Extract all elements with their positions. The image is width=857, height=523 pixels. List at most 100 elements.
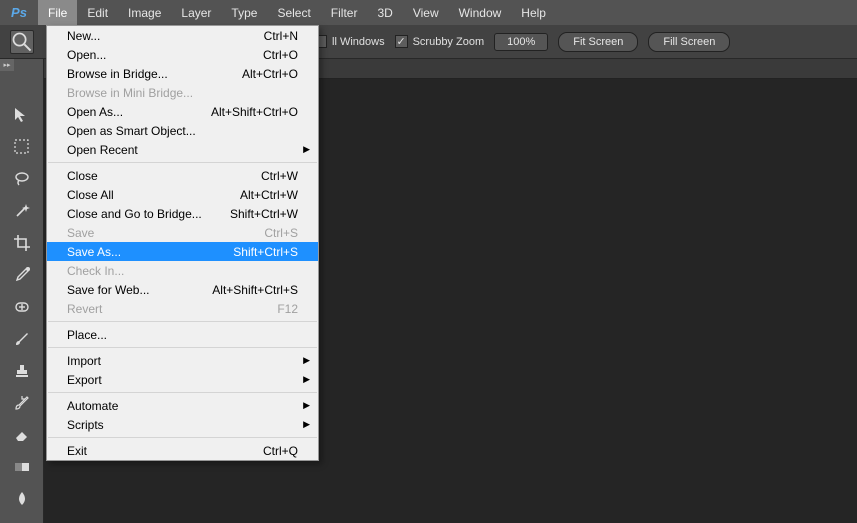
menu-item-check-in: Check In... bbox=[47, 261, 318, 280]
menu-edit[interactable]: Edit bbox=[77, 0, 118, 25]
menu-shortcut: Ctrl+Q bbox=[263, 444, 298, 458]
menu-item-label: Close All bbox=[67, 188, 114, 202]
magic-wand-tool[interactable] bbox=[10, 199, 34, 223]
menu-item-revert: Revert F12 bbox=[47, 299, 318, 318]
file-menu-dropdown: New... Ctrl+N Open... Ctrl+O Browse in Bridg… bbox=[46, 25, 319, 461]
menu-item-close-all[interactable]: Close All Alt+Ctrl+W bbox=[47, 185, 318, 204]
menu-item-label: Place... bbox=[67, 328, 107, 342]
menu-item-label: Check In... bbox=[67, 264, 124, 278]
menu-item-label: Revert bbox=[67, 302, 102, 316]
submenu-arrow-icon: ▶ bbox=[303, 419, 310, 430]
menu-file[interactable]: File bbox=[38, 0, 77, 25]
menu-shortcut: Ctrl+O bbox=[263, 48, 298, 62]
menu-item-browse-in-mini-bridge: Browse in Mini Bridge... bbox=[47, 83, 318, 102]
blur-tool[interactable] bbox=[10, 487, 34, 511]
toolbox-expand-icon[interactable]: ▸▸ bbox=[0, 59, 14, 71]
menu-select[interactable]: Select bbox=[267, 0, 320, 25]
menu-shortcut: Shift+Ctrl+W bbox=[230, 207, 298, 221]
submenu-arrow-icon: ▶ bbox=[303, 355, 310, 366]
menu-shortcut: F12 bbox=[277, 302, 298, 316]
menu-item-scripts[interactable]: Scripts ▶ bbox=[47, 415, 318, 434]
menu-3d[interactable]: 3D bbox=[367, 0, 402, 25]
menu-item-label: Open as Smart Object... bbox=[67, 124, 196, 138]
zoom-icon bbox=[11, 31, 33, 53]
menu-window[interactable]: Window bbox=[449, 0, 512, 25]
menu-shortcut: Alt+Ctrl+W bbox=[240, 188, 298, 202]
menu-item-label: Close and Go to Bridge... bbox=[67, 207, 202, 221]
menu-separator bbox=[48, 392, 317, 393]
menu-filter[interactable]: Filter bbox=[321, 0, 368, 25]
menu-item-open-as[interactable]: Open As... Alt+Shift+Ctrl+O bbox=[47, 102, 318, 121]
menu-item-label: Close bbox=[67, 169, 98, 183]
fit-screen-button[interactable]: Fit Screen bbox=[558, 32, 638, 52]
menu-item-label: Save bbox=[67, 226, 94, 240]
app-logo: Ps bbox=[8, 4, 30, 22]
submenu-arrow-icon: ▶ bbox=[303, 144, 310, 155]
crop-tool[interactable] bbox=[10, 231, 34, 255]
history-brush-tool[interactable] bbox=[10, 391, 34, 415]
menu-item-label: New... bbox=[67, 29, 100, 43]
menu-item-automate[interactable]: Automate ▶ bbox=[47, 396, 318, 415]
menu-item-label: Import bbox=[67, 354, 101, 368]
checkbox-icon: ✓ bbox=[395, 35, 408, 48]
menu-item-export[interactable]: Export ▶ bbox=[47, 370, 318, 389]
menu-shortcut: Ctrl+N bbox=[264, 29, 298, 43]
menu-item-label: Open... bbox=[67, 48, 106, 62]
menu-layer[interactable]: Layer bbox=[171, 0, 221, 25]
lasso-tool[interactable] bbox=[10, 167, 34, 191]
zoom-percent-input[interactable]: 100% bbox=[494, 33, 548, 51]
menu-item-import[interactable]: Import ▶ bbox=[47, 351, 318, 370]
brush-tool[interactable] bbox=[10, 327, 34, 351]
menu-shortcut: Shift+Ctrl+S bbox=[233, 245, 298, 259]
menu-item-label: Browse in Mini Bridge... bbox=[67, 86, 193, 100]
menu-item-open-as-smart-object[interactable]: Open as Smart Object... bbox=[47, 121, 318, 140]
checkbox-label: Scrubby Zoom bbox=[413, 36, 485, 48]
menu-shortcut: Alt+Shift+Ctrl+S bbox=[212, 283, 298, 297]
tool-preset-button[interactable] bbox=[10, 30, 34, 54]
menu-item-save-for-web[interactable]: Save for Web...Alt+Shift+Ctrl+S bbox=[47, 280, 318, 299]
submenu-arrow-icon: ▶ bbox=[303, 374, 310, 385]
menu-item-save-as[interactable]: Save As... Shift+Ctrl+S bbox=[47, 242, 318, 261]
menu-item-browse-in-bridge[interactable]: Browse in Bridge...Alt+Ctrl+O bbox=[47, 64, 318, 83]
menu-item-open-recent[interactable]: Open Recent ▶ bbox=[47, 140, 318, 159]
toolbox: ▸▸ bbox=[0, 59, 44, 523]
menu-shortcut: Alt+Shift+Ctrl+O bbox=[211, 105, 298, 119]
menu-item-save: Save Ctrl+S bbox=[47, 223, 318, 242]
eyedropper-tool[interactable] bbox=[10, 263, 34, 287]
menu-item-new[interactable]: New... Ctrl+N bbox=[47, 26, 318, 45]
menu-type[interactable]: Type bbox=[221, 0, 267, 25]
menu-item-open[interactable]: Open... Ctrl+O bbox=[47, 45, 318, 64]
menu-item-place[interactable]: Place... bbox=[47, 325, 318, 344]
checkbox-label: ll Windows bbox=[332, 36, 385, 48]
menu-item-label: Browse in Bridge... bbox=[67, 67, 168, 81]
menu-help[interactable]: Help bbox=[511, 0, 556, 25]
zoom-all-windows-checkbox[interactable]: ll Windows bbox=[314, 35, 385, 48]
submenu-arrow-icon: ▶ bbox=[303, 400, 310, 411]
menu-shortcut: Ctrl+W bbox=[261, 169, 298, 183]
menubar: Ps FileEditImageLayerTypeSelectFilter3DV… bbox=[0, 0, 857, 25]
gradient-tool[interactable] bbox=[10, 455, 34, 479]
menu-item-label: Open Recent bbox=[67, 143, 138, 157]
menu-item-label: Open As... bbox=[67, 105, 123, 119]
menu-item-label: Save As... bbox=[67, 245, 121, 259]
fill-screen-button[interactable]: Fill Screen bbox=[648, 32, 730, 52]
menu-item-close-and-go-to-bridge[interactable]: Close and Go to Bridge... Shift+Ctrl+W bbox=[47, 204, 318, 223]
stamp-tool[interactable] bbox=[10, 359, 34, 383]
scrubby-zoom-checkbox[interactable]: ✓ Scrubby Zoom bbox=[395, 35, 485, 48]
marquee-tool[interactable] bbox=[10, 135, 34, 159]
menu-item-label: Export bbox=[67, 373, 102, 387]
menu-image[interactable]: Image bbox=[118, 0, 171, 25]
menu-separator bbox=[48, 347, 317, 348]
eraser-tool[interactable] bbox=[10, 423, 34, 447]
menu-separator bbox=[48, 321, 317, 322]
menu-item-exit[interactable]: Exit Ctrl+Q bbox=[47, 441, 318, 460]
menu-item-label: Automate bbox=[67, 399, 118, 413]
menu-item-label: Exit bbox=[67, 444, 87, 458]
menu-item-label: Scripts bbox=[67, 418, 104, 432]
menu-shortcut: Ctrl+S bbox=[264, 226, 298, 240]
menu-view[interactable]: View bbox=[403, 0, 449, 25]
move-tool[interactable] bbox=[10, 103, 34, 127]
healing-brush-tool[interactable] bbox=[10, 295, 34, 319]
menu-separator bbox=[48, 162, 317, 163]
menu-item-close[interactable]: Close Ctrl+W bbox=[47, 166, 318, 185]
